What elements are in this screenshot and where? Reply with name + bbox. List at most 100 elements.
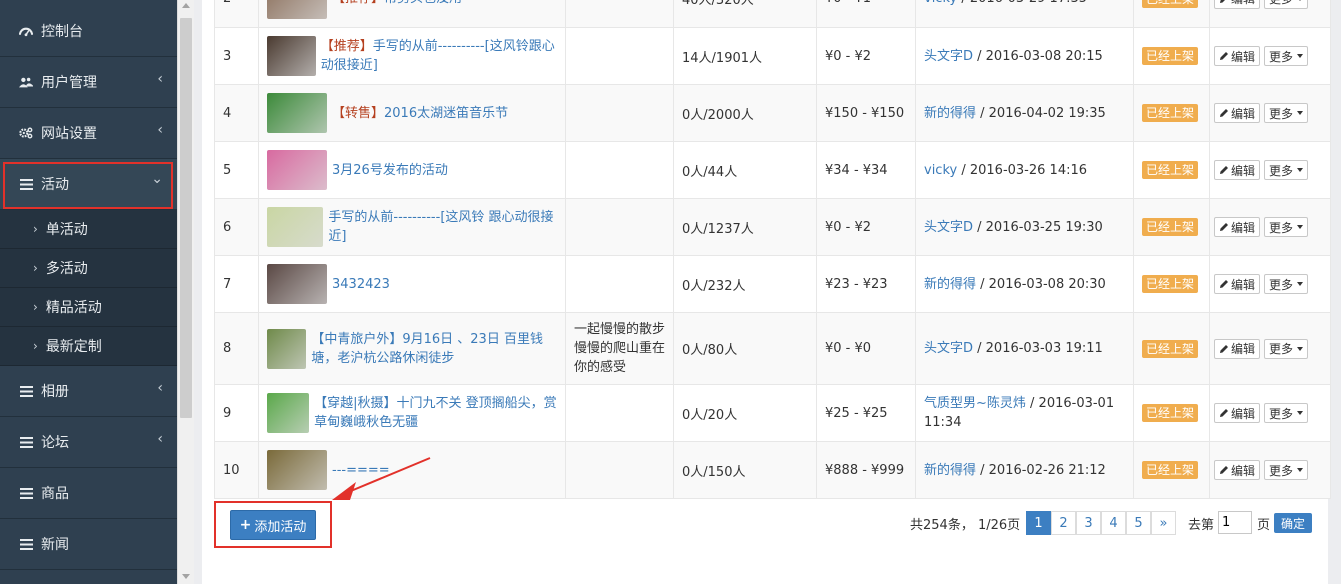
activity-title-link[interactable]: 【推荐】手写的从前----------[这风铃跟心动很接近] xyxy=(321,37,557,75)
sub-item-single-activity[interactable]: › 单活动 xyxy=(0,210,177,249)
goto-page-input[interactable] xyxy=(1218,511,1252,534)
more-dropdown-button[interactable]: 更多 xyxy=(1264,274,1309,294)
sub-item-latest-custom[interactable]: › 最新定制 xyxy=(0,327,177,366)
participant-count: 0人/232人 xyxy=(682,278,746,294)
pencil-icon xyxy=(1220,109,1228,117)
activity-thumbnail[interactable] xyxy=(267,393,310,433)
count-cell: 0人/232人 xyxy=(673,255,817,313)
sub-item-featured-activity[interactable]: › 精品活动 xyxy=(0,288,177,327)
status-cell: 已经上架 xyxy=(1133,0,1210,28)
caret-down-icon xyxy=(1297,0,1304,1)
page-button-5[interactable]: 5 xyxy=(1126,511,1151,535)
more-dropdown-button[interactable]: 更多 xyxy=(1264,338,1309,359)
activity-title: ---==== xyxy=(332,462,390,478)
count-cell: 0人/2000人 xyxy=(673,84,817,142)
gear-icon xyxy=(19,126,33,140)
author-link[interactable]: 头文字D xyxy=(924,49,973,64)
sidebar-scrollbar[interactable] xyxy=(177,0,194,584)
activity-title-link[interactable]: 手写的从前----------[这风铃 跟心动很接近] xyxy=(328,208,557,246)
price-cell: ¥0 - ¥2 xyxy=(816,198,916,256)
activity-title-link[interactable]: ---==== xyxy=(332,461,390,480)
scrollbar-thumb[interactable] xyxy=(180,18,192,418)
activity-title-link[interactable]: 3432423 xyxy=(332,275,390,294)
table-row: 3 【推荐】手写的从前----------[这风铃跟心动很接近] 14人/1901人… xyxy=(214,27,1331,85)
more-dropdown-button[interactable]: 更多 xyxy=(1264,0,1309,9)
author-link[interactable]: vicky xyxy=(924,163,957,178)
edit-button[interactable]: 编辑 xyxy=(1214,403,1261,423)
title-wrap: 【穿越|秋摄】十门九不关 登顶搁船尖，赏草甸巍峨秋色无疆 xyxy=(267,393,557,433)
edit-button[interactable]: 编辑 xyxy=(1214,460,1261,480)
page-button-1[interactable]: 1 xyxy=(1026,511,1051,535)
page-button-2[interactable]: 2 xyxy=(1051,511,1076,535)
edit-button[interactable]: 编辑 xyxy=(1214,103,1261,123)
more-dropdown-button[interactable]: 更多 xyxy=(1264,217,1309,237)
edit-button[interactable]: 编辑 xyxy=(1214,0,1261,9)
scroll-down-icon[interactable] xyxy=(182,574,190,579)
edit-button[interactable]: 编辑 xyxy=(1214,217,1261,237)
author-link[interactable]: 新的得得 xyxy=(924,106,976,121)
nav-item-users[interactable]: 用户管理 ‹ xyxy=(0,57,177,108)
more-dropdown-button[interactable]: 更多 xyxy=(1264,103,1309,123)
status-cell: 已经上架 xyxy=(1133,384,1210,442)
edit-button[interactable]: 编辑 xyxy=(1214,274,1261,294)
nav-item-news[interactable]: 新闻 xyxy=(0,519,177,570)
scroll-up-icon[interactable] xyxy=(182,3,190,8)
author-link[interactable]: vicky xyxy=(924,0,957,6)
price-range: ¥0 - ¥1 xyxy=(825,0,871,6)
activity-title-link[interactable]: 【转售】2016太湖迷笛音乐节 xyxy=(332,104,508,123)
activity-title: 帮剪头也没用 xyxy=(384,0,462,6)
more-dropdown-button[interactable]: 更多 xyxy=(1264,460,1309,480)
author-link[interactable]: 气质型男~陈灵炜 xyxy=(924,396,1026,411)
goto-confirm-button[interactable]: 确定 xyxy=(1274,513,1312,533)
status-badge: 已经上架 xyxy=(1142,275,1199,293)
nav-item-products[interactable]: 商品 xyxy=(0,468,177,519)
page-button-4[interactable]: 4 xyxy=(1101,511,1126,535)
count-cell: 0人/44人 xyxy=(673,141,817,199)
price-cell: ¥150 - ¥150 xyxy=(816,84,916,142)
title-wrap: 3432423 xyxy=(267,264,557,304)
activity-thumbnail[interactable] xyxy=(267,150,327,190)
sub-item-multi-activity[interactable]: › 多活动 xyxy=(0,249,177,288)
activity-thumbnail[interactable] xyxy=(267,328,307,369)
table-row: 6 手写的从前----------[这风铃 跟心动很接近] 0人/1237人 ¥0 -… xyxy=(214,198,1331,256)
chevron-left-icon: ‹ xyxy=(157,380,163,396)
nav-item-album[interactable]: 相册 ‹ xyxy=(0,366,177,417)
activity-thumbnail[interactable] xyxy=(267,93,327,133)
edit-button[interactable]: 编辑 xyxy=(1214,46,1261,66)
activity-thumbnail[interactable] xyxy=(267,450,327,490)
pencil-icon xyxy=(1220,166,1228,174)
activity-title-link[interactable]: 【穿越|秋摄】十门九不关 登顶搁船尖，赏草甸巍峨秋色无疆 xyxy=(314,394,557,432)
add-activity-button[interactable]: + 添加活动 xyxy=(230,510,316,540)
edit-label: 编辑 xyxy=(1231,106,1256,121)
activity-thumbnail[interactable] xyxy=(267,36,316,76)
price-range: ¥150 - ¥150 xyxy=(825,105,905,121)
participant-count: 40人/320人 xyxy=(682,0,754,8)
more-label: 更多 xyxy=(1269,406,1294,421)
more-dropdown-button[interactable]: 更多 xyxy=(1264,46,1309,66)
status-badge: 已经上架 xyxy=(1142,218,1199,236)
activity-title-link[interactable]: 【中青旅户外】9月16日 、23日 百里钱塘，老沪杭公路休闲徒步 xyxy=(311,330,557,368)
next-page-button[interactable]: » xyxy=(1151,511,1176,535)
activity-tag: 【转售】 xyxy=(332,105,385,121)
activity-title-link[interactable]: 3月26号发布的活动 xyxy=(332,161,448,180)
status-badge: 已经上架 xyxy=(1142,461,1199,479)
nav-item-console[interactable]: 控制台 xyxy=(0,6,177,57)
activity-thumbnail[interactable] xyxy=(267,0,327,19)
page-button-3[interactable]: 3 xyxy=(1076,511,1101,535)
nav-item-site-settings[interactable]: 网站设置 ‹ xyxy=(0,108,177,159)
more-dropdown-button[interactable]: 更多 xyxy=(1264,160,1309,180)
more-dropdown-button[interactable]: 更多 xyxy=(1264,403,1309,423)
activity-thumbnail[interactable] xyxy=(267,264,327,304)
author-link[interactable]: 头文字D xyxy=(924,220,973,235)
author-link[interactable]: 新的得得 xyxy=(924,463,976,478)
edit-button[interactable]: 编辑 xyxy=(1214,338,1261,359)
author-link[interactable]: 新的得得 xyxy=(924,277,976,292)
activity-title-link[interactable]: 【推荐】帮剪头也没用 xyxy=(332,0,462,8)
table-row: 10 ---==== 0人/150人 ¥888 - ¥999 新的得得 / 2016-0… xyxy=(214,441,1331,499)
author-link[interactable]: 头文字D xyxy=(924,341,973,356)
activity-thumbnail[interactable] xyxy=(267,207,324,247)
edit-button[interactable]: 编辑 xyxy=(1214,160,1261,180)
edit-label: 编辑 xyxy=(1231,0,1255,7)
nav-item-forum[interactable]: 论坛 ‹ xyxy=(0,417,177,468)
menu-icon xyxy=(19,486,33,500)
